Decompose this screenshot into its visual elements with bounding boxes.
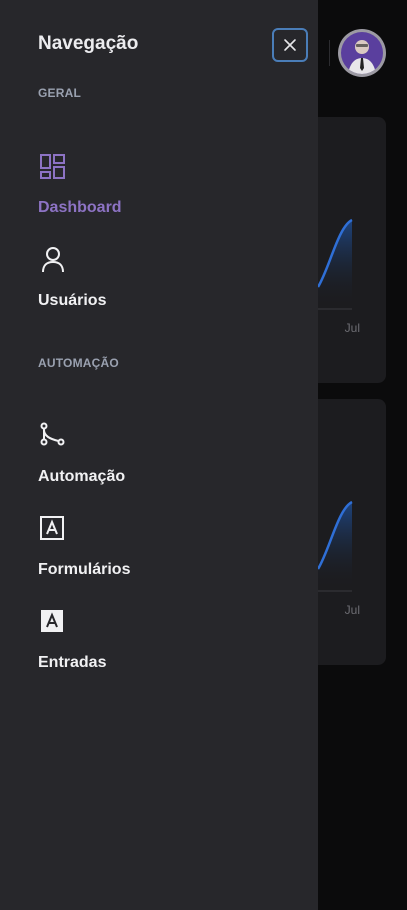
- form-filled-icon: [41, 610, 63, 632]
- close-icon: [284, 39, 296, 51]
- close-drawer-button[interactable]: [272, 28, 308, 62]
- user-icon: [42, 247, 64, 273]
- nav-item-label: Automação: [38, 468, 126, 485]
- x-axis-tick-label: Jul: [344, 603, 360, 617]
- avatar-image: [341, 32, 383, 74]
- user-avatar[interactable]: [338, 29, 386, 77]
- nav-item-formularios[interactable]: Formulários: [38, 515, 278, 587]
- nav-item-automacao[interactable]: Automação: [38, 422, 278, 494]
- nav-item-dashboard[interactable]: Dashboard: [38, 153, 278, 225]
- workflow-icon: [40, 422, 65, 446]
- x-axis-tick-label: Jul: [344, 321, 360, 335]
- nav-item-label: Dashboard: [38, 199, 122, 216]
- drawer-title: Navegação: [38, 33, 139, 54]
- nav-item-label: Entradas: [38, 654, 107, 671]
- navigation-drawer: Navegação GERAL Dashboard Usuários AUTOM…: [0, 0, 318, 910]
- nav-item-entradas[interactable]: Entradas: [38, 608, 278, 680]
- nav-item-label: Usuários: [38, 292, 107, 309]
- header-divider: [329, 40, 330, 66]
- section-label-geral: GERAL: [38, 86, 81, 100]
- section-label-automacao: AUTOMAÇÃO: [38, 356, 119, 370]
- nav-item-label: Formulários: [38, 561, 131, 578]
- dashboard-icon: [40, 154, 65, 179]
- nav-item-usuarios[interactable]: Usuários: [38, 246, 278, 318]
- form-outline-icon: [40, 516, 64, 540]
